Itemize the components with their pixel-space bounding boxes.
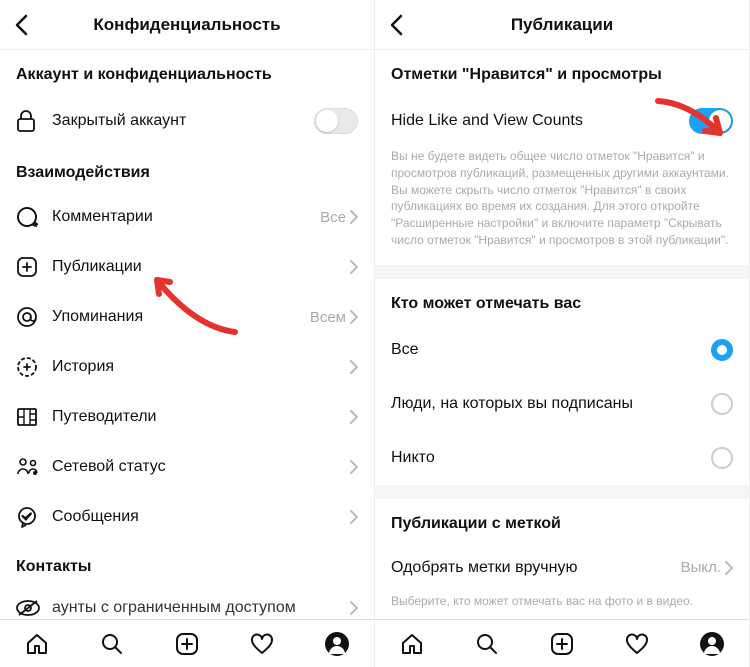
radio-everyone[interactable]: Все <box>375 323 749 377</box>
hide-counts-toggle[interactable] <box>689 108 733 134</box>
helper-text: Выберите, кто может отмечать вас на фото… <box>375 593 749 614</box>
helper-text: Вы не будете видеть общее число отметок … <box>375 148 749 265</box>
activity-icon <box>16 456 42 478</box>
section-header: Публикации с меткой <box>375 499 749 543</box>
lock-icon <box>16 110 42 132</box>
chevron-left-icon <box>389 14 403 36</box>
search-tab[interactable] <box>474 631 500 657</box>
comments-row[interactable]: Комментарии Все <box>0 192 374 242</box>
chevron-right-icon <box>350 460 358 474</box>
content: Отметки "Нравится" и просмотры Hide Like… <box>375 50 749 619</box>
spacer <box>375 485 749 499</box>
mentions-row[interactable]: Упоминания Всем <box>0 292 374 342</box>
section-header: Отметки "Нравится" и просмотры <box>375 50 749 94</box>
approve-manually-row[interactable]: Одобрять метки вручную Выкл. <box>375 543 749 593</box>
radio-icon <box>711 339 733 361</box>
back-button[interactable] <box>14 14 28 36</box>
comment-icon <box>16 206 42 228</box>
activity-tab[interactable] <box>249 631 275 657</box>
guides-icon <box>16 406 42 428</box>
story-row[interactable]: История <box>0 342 374 392</box>
row-label: Публикации <box>52 258 350 276</box>
plus-square-icon <box>16 256 42 278</box>
chevron-right-icon <box>350 601 358 615</box>
radio-following[interactable]: Люди, на которых вы подписаны <box>375 377 749 431</box>
story-icon <box>16 356 42 378</box>
row-label: Упоминания <box>52 308 310 326</box>
chevron-right-icon <box>350 410 358 424</box>
header: Публикации <box>375 0 749 50</box>
row-label: Сообщения <box>52 508 350 526</box>
back-button[interactable] <box>389 14 403 36</box>
private-account-label: Закрытый аккаунт <box>52 112 314 130</box>
chevron-right-icon <box>350 510 358 524</box>
row-label: Сетевой статус <box>52 458 350 476</box>
create-tab[interactable] <box>549 631 575 657</box>
home-tab[interactable] <box>24 631 50 657</box>
hide-counts-row[interactable]: Hide Like and View Counts <box>375 94 749 148</box>
row-label: История <box>52 358 350 376</box>
radio-label: Все <box>391 341 711 359</box>
row-meta: Все <box>320 209 346 226</box>
section-header: Контакты <box>0 542 374 586</box>
content: Аккаунт и конфиденциальность Закрытый ак… <box>0 50 374 619</box>
activity-status-row[interactable]: Сетевой статус <box>0 442 374 492</box>
search-tab[interactable] <box>99 631 125 657</box>
chevron-right-icon <box>725 561 733 575</box>
profile-tab[interactable] <box>699 631 725 657</box>
tabbar <box>0 619 374 667</box>
page-title: Конфиденциальность <box>93 15 280 35</box>
row-label: Комментарии <box>52 208 320 226</box>
posts-settings-screen: Публикации Отметки "Нравится" и просмотр… <box>375 0 750 667</box>
profile-tab[interactable] <box>324 631 350 657</box>
radio-label: Люди, на которых вы подписаны <box>391 395 711 413</box>
section-header: Аккаунт и конфиденциальность <box>0 50 374 94</box>
approve-value: Выкл. <box>681 559 721 576</box>
create-tab[interactable] <box>174 631 200 657</box>
private-account-row[interactable]: Закрытый аккаунт <box>0 94 374 148</box>
chevron-right-icon <box>350 310 358 324</box>
approve-label: Одобрять метки вручную <box>391 559 681 577</box>
section-header: Взаимодействия <box>0 148 374 192</box>
chevron-right-icon <box>350 260 358 274</box>
posts-row[interactable]: Публикации <box>0 242 374 292</box>
guides-row[interactable]: Путеводители <box>0 392 374 442</box>
messages-row[interactable]: Сообщения <box>0 492 374 542</box>
restricted-icon <box>16 599 42 617</box>
header: Конфиденциальность <box>0 0 374 50</box>
restricted-row[interactable]: аунты с ограниченным доступом <box>0 586 374 619</box>
home-tab[interactable] <box>399 631 425 657</box>
spacer <box>375 265 749 279</box>
radio-nobody[interactable]: Никто <box>375 431 749 485</box>
row-label: Путеводители <box>52 408 350 426</box>
activity-tab[interactable] <box>624 631 650 657</box>
messages-icon <box>16 506 42 528</box>
tabbar <box>375 619 749 667</box>
radio-icon <box>711 447 733 469</box>
radio-label: Никто <box>391 449 711 467</box>
chevron-right-icon <box>350 210 358 224</box>
row-label: аунты с ограниченным доступом <box>52 599 350 617</box>
chevron-left-icon <box>14 14 28 36</box>
section-header: Кто может отмечать вас <box>375 279 749 323</box>
privacy-screen: Конфиденциальность Аккаунт и конфиденциа… <box>0 0 375 667</box>
page-title: Публикации <box>511 15 613 35</box>
chevron-right-icon <box>350 360 358 374</box>
radio-icon <box>711 393 733 415</box>
private-account-toggle[interactable] <box>314 108 358 134</box>
at-icon <box>16 306 42 328</box>
hide-counts-label: Hide Like and View Counts <box>391 112 689 130</box>
row-meta: Всем <box>310 309 346 326</box>
